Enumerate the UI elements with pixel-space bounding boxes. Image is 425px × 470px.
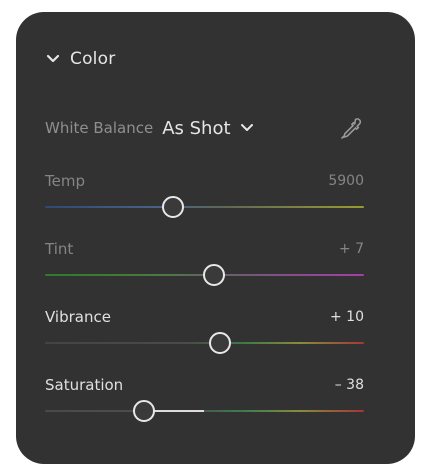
slider-handle[interactable] [209,332,232,354]
section-title: Color [70,49,116,69]
slider-temp: Temp 5900 [45,172,364,222]
white-balance-label: White Balance [45,119,154,137]
slider-track[interactable] [45,206,364,208]
slider-fill [153,410,205,412]
section-header-color[interactable]: Color [45,49,115,69]
white-balance-row: White Balance As Shot [45,113,365,143]
slider-handle[interactable] [203,264,226,286]
slider-label: Temp [45,172,85,190]
eyedropper-icon[interactable] [337,115,365,143]
chevron-down-icon [46,54,60,63]
slider-vibrance: Vibrance + 10 [45,308,364,358]
slider-handle[interactable] [132,400,155,422]
slider-tint: Tint + 7 [45,240,364,290]
slider-track[interactable] [45,410,364,412]
chevron-down-icon [240,124,253,131]
slider-saturation: Saturation – 38 [45,376,364,426]
slider-label: Vibrance [45,308,111,326]
slider-track[interactable] [45,342,364,344]
slider-value: – 38 [334,377,364,393]
slider-value: + 10 [330,309,364,325]
slider-label: Saturation [45,376,124,394]
slider-value: 5900 [328,173,364,189]
white-balance-value: As Shot [162,117,231,139]
white-balance-dropdown[interactable]: As Shot [162,118,253,139]
slider-handle[interactable] [161,196,184,218]
slider-label: Tint [45,240,74,258]
slider-value: + 7 [338,241,364,257]
